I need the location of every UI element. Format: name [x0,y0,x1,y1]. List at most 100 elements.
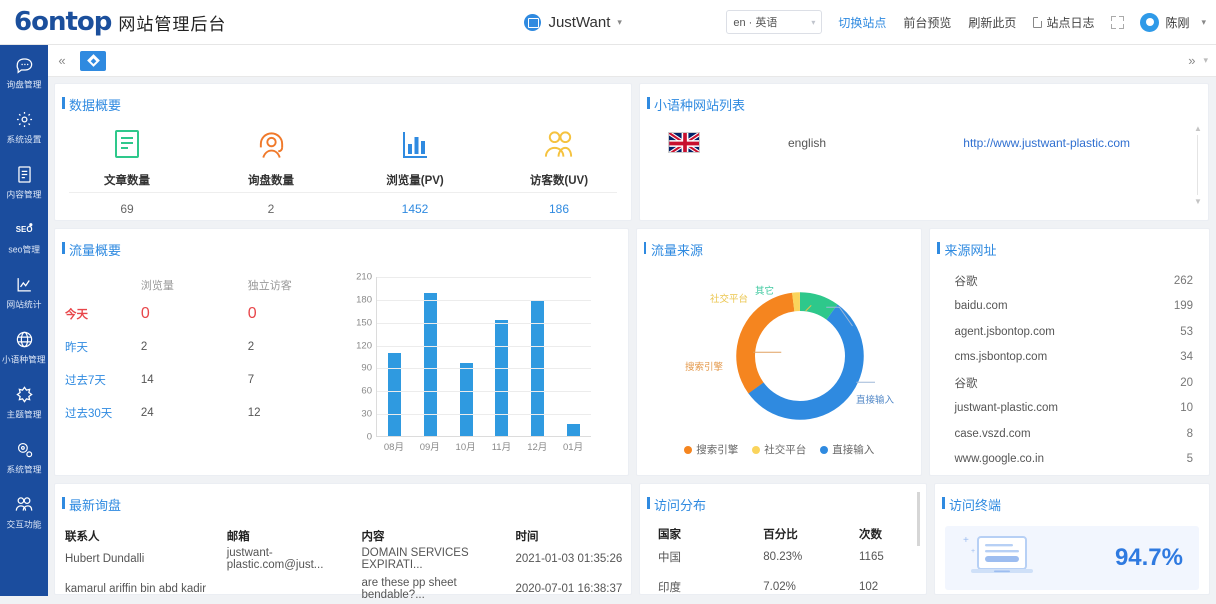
scrollbar[interactable] [915,490,923,594]
legend-item[interactable]: 社交平台 [752,442,806,457]
bar-cell[interactable] [520,277,556,436]
chart-icon [14,274,34,294]
main-content: 数据概要 文章数量 询盘数量 浏览量(PV) 访客数(UV) 69 2 1452… [48,77,1216,601]
tabs-scroll-right-button[interactable]: » [1188,53,1203,68]
gridline [377,322,591,324]
axis-tick-label: 90 [361,362,372,374]
refresh-page-link[interactable]: 刷新此页 [968,14,1016,31]
sidebar-item-statistics[interactable]: 网站统计 [0,265,48,320]
column-header-pv: 浏览量 [140,280,174,292]
chevron-down-icon[interactable]: ▾ [1201,17,1206,28]
language-name: english [788,135,827,150]
callout-search: 搜索引擎 [684,362,723,373]
current-site[interactable]: JustWant ▾ [420,13,726,31]
list-item[interactable]: case.vszd.com 8 [954,421,1193,447]
list-item[interactable]: www.google.co.in 5 [954,447,1193,473]
site-icon [524,13,542,31]
table-row[interactable]: 过去7天 14 7 [65,363,345,396]
sidebar-item-label: 系统设置 [6,135,42,146]
collapse-sidebar-button[interactable]: « [48,53,76,68]
content-row-2: 流量概要 浏览量 独立访客 今天 0 0 昨天 2 2 过去7天 14 7 过去… [54,228,1210,476]
sidebar-item-content[interactable]: 内容管理 [0,155,48,210]
sidebar-item-label: 询盘管理 [6,80,42,91]
cell-time: 2021-01-03 01:35:26 [515,553,623,565]
list-item[interactable]: cms.jsbontop.com 34 [954,345,1193,371]
bar-cell[interactable] [413,277,449,436]
cell-country: 中国 [658,552,681,564]
legend-item[interactable]: 直接输入 [820,442,874,457]
table-row[interactable]: 印度 7.02% 102 [658,572,926,602]
bar-cell[interactable] [448,277,484,436]
seo-icon: SEO [14,219,34,239]
language-select[interactable]: en · 英语 ▾ [726,10,823,34]
referrer-count: 53 [1180,325,1193,338]
column-header-contact: 联系人 [65,531,100,543]
tab-home[interactable] [80,50,106,71]
table-row[interactable]: 中国 80.23% 1165 [658,542,926,572]
preview-link[interactable]: 前台预览 [903,14,951,31]
card-title: 数据概要 [55,84,631,114]
fullscreen-icon[interactable] [1111,15,1125,29]
referrer-count: 8 [1186,427,1193,440]
table-row[interactable]: 过去30天 24 12 [65,396,345,429]
scrollbar[interactable]: ▲ ▼ [1194,124,1202,206]
column-header-time: 时间 [515,531,539,543]
referrer-name: cms.jsbontop.com [954,351,1048,364]
bar[interactable] [459,362,473,436]
sidebar-item-seo[interactable]: SEO seo管理 [0,210,48,265]
table-row[interactable]: Hubert Dundalli justwant-plastic.com@jus… [65,544,631,574]
stat-inquiries: 询盘数量 [199,128,343,188]
list-item[interactable]: 谷歌 262 [954,268,1193,294]
list-item[interactable]: justwant-plastic.com 10 [954,396,1193,422]
bar-cell[interactable] [555,277,591,436]
sidebar-item-interaction[interactable]: 交互功能 [0,485,48,540]
referrer-name: www.google.co.in [954,453,1044,466]
table-row[interactable]: kamarul ariffin bin abd kadir are these … [65,574,631,604]
table-row[interactable]: 昨天 2 2 [65,330,345,363]
bar[interactable] [495,320,509,436]
legend-item[interactable]: 搜索引擎 [684,442,738,457]
avatar[interactable] [1140,12,1160,32]
cell-percent: 7.02% [763,581,796,593]
site-log-link[interactable]: 站点日志 [1033,14,1094,31]
sidebar-item-label: 系统管理 [6,465,42,476]
inquiry-table: 联系人 邮箱 内容 时间 Hubert Dundalli justwant-pl… [55,514,631,604]
traffic-table: 浏览量 独立访客 今天 0 0 昨天 2 2 过去7天 14 7 过去30天 2… [55,265,345,471]
axis-tick-label: 120 [356,340,372,352]
sidebar-item-theme[interactable]: 主题管理 [0,375,48,430]
cell-email: justwant-plastic.com@just... [226,547,324,571]
stat-value: 1452 [401,202,429,216]
card-title: 访问分布 [640,484,926,514]
referrer-card: 来源网址 谷歌 262 baidu.com 199 agent.jsbontop.com… [929,228,1210,476]
site-log-label: 站点日志 [1046,15,1095,30]
sidebar-item-inquiry[interactable]: 询盘管理 [0,45,48,100]
sidebar: 询盘管理 系统设置 内容管理 SEO seo管理 网站统计 小语种管理 主题管理… [0,45,48,596]
scrollbar-thumb[interactable] [917,492,920,546]
bar-cell[interactable] [484,277,520,436]
axis-tick-label: 09月 [419,442,440,453]
site-url-link[interactable]: http://www.justwant-plastic.com [963,136,1130,150]
scroll-down-icon[interactable]: ▼ [1194,197,1202,206]
list-item[interactable]: agent.jsbontop.com 53 [954,319,1193,345]
list-item[interactable]: 谷歌 20 [954,370,1193,396]
page-title: 网站管理后台 [118,14,227,34]
headset-icon [256,128,287,163]
sidebar-item-system-settings[interactable]: 系统设置 [0,100,48,155]
bar[interactable] [388,352,402,436]
scroll-up-icon[interactable]: ▲ [1194,124,1202,133]
card-title: 流量概要 [55,229,628,259]
sidebar-item-system-manage[interactable]: 系统管理 [0,430,48,485]
traffic-bar-chart: 0 30 60 90 120 150 180 210 08月 09月 10月 11月 12月 01月 [345,272,595,462]
list-item[interactable]: baidu.com 199 [954,294,1193,320]
switch-site-link[interactable]: 切换站点 [838,14,886,31]
axis-tick-label: 0 [366,431,372,443]
sidebar-item-multilingual[interactable]: 小语种管理 [0,320,48,375]
stat-label: 访客数(UV) [529,175,589,187]
table-row[interactable]: 今天 0 0 [65,297,345,330]
tabs-more-button[interactable]: ▾ [1203,55,1216,66]
chevron-down-icon[interactable]: ▾ [617,17,622,28]
sidebar-item-label: 主题管理 [6,410,42,421]
bar[interactable] [566,423,580,436]
axis-tick-label: 30 [361,408,372,420]
bar-cell[interactable] [377,277,413,436]
